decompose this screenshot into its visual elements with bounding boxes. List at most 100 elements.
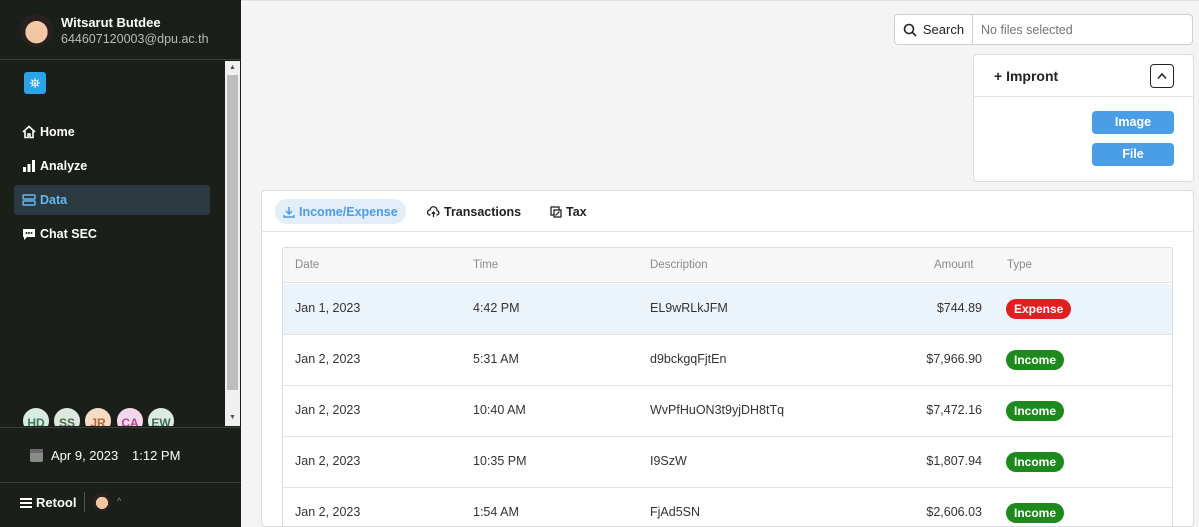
cell-amount: $1,807.94 [926,454,982,468]
file-input[interactable] [973,15,1192,44]
user-profile[interactable]: Witsarut Butdee 644607120003@dpu.ac.th [0,0,241,60]
import-card: + Impront Image File [973,54,1194,182]
tab-tax[interactable]: Tax [542,199,595,224]
chevron-up-icon[interactable]: ^ [117,496,121,506]
main-content: Search + Impront Image File Income/Expen… [241,0,1199,527]
retool-brand[interactable]: Retool [20,495,76,510]
column-header-date[interactable]: Date [295,259,319,271]
home-icon [22,125,36,139]
type-badge: Income [1006,452,1065,472]
column-header-description[interactable]: Description [650,259,708,271]
presence-avatar[interactable]: SS [52,406,82,426]
tab-label: Income/Expense [299,204,398,219]
presence-avatars: HD SS JR CA EW [21,406,225,426]
type-badge: Income [1006,350,1065,370]
collapse-button[interactable] [1150,64,1174,88]
type-badge: Income [1006,401,1065,421]
presence-avatar[interactable]: HD [21,406,51,426]
sidebar-footer: Retool ^ [0,484,241,527]
type-badge: Expense [1006,299,1072,319]
presence-avatar[interactable]: EW [146,406,176,426]
datetime-display: Apr 9, 2023 1:12 PM [0,427,241,483]
transactions-table: Date Time Description Amount Type Jan 1,… [282,247,1173,526]
nav-item-data[interactable]: Data [14,185,210,215]
chevron-up-icon [1157,72,1167,79]
divider [84,492,85,512]
table-row[interactable]: Jan 2, 2023 10:35 PM I9SzW $1,807.94 Inc… [283,437,1172,488]
cell-amount: $7,966.90 [926,352,982,366]
cell-description: d9bckgqFjtEn [650,352,727,366]
tab-transactions[interactable]: Transactions [419,199,529,224]
cell-amount: $7,472.16 [926,403,982,417]
column-header-amount[interactable]: Amount [934,259,974,271]
cell-description: FjAd5SN [650,505,701,519]
user-name: Witsarut Butdee [61,15,161,30]
current-time: 1:12 PM [132,448,181,463]
download-icon [283,206,295,218]
search-button-label: Search [922,22,965,37]
column-header-type[interactable]: Type [1007,259,1032,271]
cell-description: EL9wRLkJFM [650,301,728,315]
retool-logo-icon [20,497,32,508]
type-badge: Income [1006,503,1065,523]
current-date: Apr 9, 2023 [51,448,119,463]
nav-item-analyze[interactable]: Analyze [14,151,210,181]
calendar-icon [30,449,43,462]
column-header-time[interactable]: Time [473,259,498,271]
nav-label: Data [40,193,68,207]
app-logo-icon[interactable]: ⛯ [24,72,46,94]
cell-description: I9SzW [650,454,687,468]
cell-time: 10:40 AM [473,403,526,417]
file-button[interactable]: File [1092,143,1174,166]
tab-label: Tax [566,204,587,219]
cell-time: 10:35 PM [473,454,527,468]
search-icon [903,23,917,37]
cell-description: WvPfHuON3t9yjDH8tTq [650,403,785,417]
cell-date: Jan 2, 2023 [295,352,361,366]
sidebar: Witsarut Butdee 644607120003@dpu.ac.th ⛯… [0,0,241,527]
data-panel: Income/Expense Transactions Tax Date Tim… [261,190,1194,527]
cell-date: Jan 2, 2023 [295,403,361,417]
table-row[interactable]: Jan 2, 2023 1:54 AM FjAd5SN $2,606.03 In… [283,488,1172,526]
tab-income-expense[interactable]: Income/Expense [275,199,406,224]
bar-chart-icon [22,159,36,173]
image-button[interactable]: Image [1092,111,1174,134]
table-row[interactable]: Jan 1, 2023 4:42 PM EL9wRLkJFM $744.89 E… [283,284,1172,335]
cell-date: Jan 1, 2023 [295,301,361,315]
retool-label: Retool [36,495,77,510]
presence-avatar[interactable]: JR [83,406,113,426]
chat-icon [22,227,36,241]
user-email: 644607120003@dpu.ac.th [61,32,209,46]
cell-date: Jan 2, 2023 [295,454,361,468]
import-title: + Impront [994,68,1059,84]
tab-label: Transactions [444,204,522,219]
file-search: Search [894,14,1193,45]
nav-label: Home [40,125,75,139]
nav-item-home[interactable]: Home [14,117,210,147]
cell-time: 4:42 PM [473,301,520,315]
divider [241,0,1199,3]
cell-amount: $744.89 [936,301,982,315]
presence-avatar[interactable]: CA [115,406,145,426]
scroll-down-arrow-icon[interactable]: ▼ [227,413,238,423]
table-row[interactable]: Jan 2, 2023 10:40 AM WvPfHuON3t9yjDH8tTq… [283,386,1172,437]
cell-amount: $2,606.03 [926,505,982,519]
cell-time: 5:31 AM [473,352,519,366]
account-avatar[interactable] [93,493,111,511]
tab-bar: Income/Expense Transactions Tax [262,191,1193,232]
search-button[interactable]: Search [895,15,973,44]
cloud-upload-icon [427,205,440,217]
import-card-header: + Impront [974,55,1193,97]
sidebar-scroll-thumb[interactable] [227,75,238,390]
cell-time: 1:54 AM [473,505,519,519]
table-header: Date Time Description Amount Type [283,248,1172,283]
database-icon [22,193,36,207]
nav-label: Analyze [40,159,88,173]
scroll-up-arrow-icon[interactable]: ▲ [227,63,238,73]
nav-item-chat-sec[interactable]: Chat SEC [14,219,210,249]
receipt-icon [550,205,562,218]
nav-label: Chat SEC [40,227,97,241]
table-row[interactable]: Jan 2, 2023 5:31 AM d9bckgqFjtEn $7,966.… [283,335,1172,386]
cell-date: Jan 2, 2023 [295,505,361,519]
user-avatar [20,14,53,47]
